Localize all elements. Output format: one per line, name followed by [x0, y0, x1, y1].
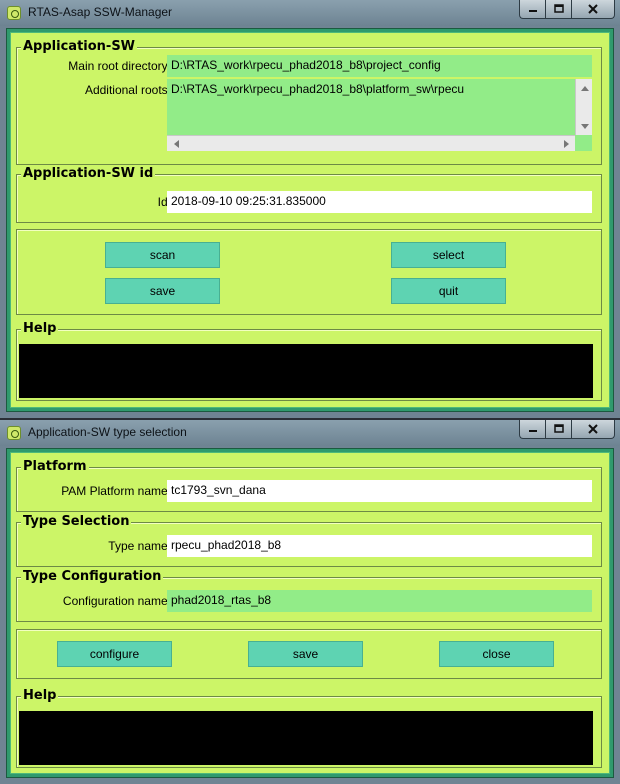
quit-button[interactable]: quit [391, 278, 506, 304]
type-name-field[interactable]: rpecu_phad2018_b8 [167, 535, 592, 557]
additional-roots-textarea[interactable]: D:\RTAS_work\rpecu_phad2018_b8\platform_… [167, 79, 592, 151]
maximize-button[interactable] [545, 0, 571, 19]
help-group: Help [16, 688, 602, 768]
maximize-icon [553, 424, 564, 433]
type-selection-group: Type Selection Type name: rpecu_phad2018… [16, 514, 602, 567]
application-sw-legend: Application-SW [21, 39, 138, 54]
platform-group: Platform PAM Platform name: tc1793_svn_d… [16, 459, 602, 512]
pam-platform-label: PAM Platform name: [61, 484, 171, 498]
ssw-manager-window: RTAS-Asap SSW-Manager Application-SW Mai… [0, 0, 620, 418]
configure-button[interactable]: configure [57, 641, 172, 667]
close-icon [588, 4, 598, 14]
window-controls [519, 420, 615, 439]
scroll-left-icon[interactable] [168, 136, 183, 151]
application-sw-id-legend: Application-SW id [21, 166, 156, 181]
save-button[interactable]: save [248, 641, 363, 667]
help-text-area [19, 711, 593, 765]
scroll-right-icon[interactable] [559, 136, 574, 151]
application-sw-id-group: Application-SW id Id: 2018-09-10 09:25:3… [16, 166, 602, 223]
window-controls [519, 0, 615, 19]
application-sw-group: Application-SW Main root directory: D:\R… [16, 39, 602, 165]
save-button[interactable]: save [105, 278, 220, 304]
minimize-button[interactable] [519, 420, 545, 439]
additional-roots-value: D:\RTAS_work\rpecu_phad2018_b8\platform_… [171, 82, 465, 96]
type-name-label: Type name: [108, 539, 171, 553]
configuration-name-label: Configuration name: [62, 594, 171, 608]
id-field[interactable]: 2018-09-10 09:25:31.835000 [167, 191, 592, 213]
minimize-button[interactable] [519, 0, 545, 19]
help-group: Help [16, 321, 602, 401]
type-buttons-group: configure save close [16, 629, 602, 679]
manager-buttons-group: scan select save quit [16, 229, 602, 315]
additional-roots-label: Additional roots: [84, 83, 171, 97]
scroll-down-icon[interactable] [577, 119, 592, 134]
platform-legend: Platform [21, 459, 89, 474]
type-selection-legend: Type Selection [21, 514, 132, 529]
maximize-icon [553, 4, 564, 13]
type-configuration-group: Type Configuration Configuration name: p… [16, 569, 602, 622]
minimize-icon [528, 10, 537, 12]
scan-button[interactable]: scan [105, 242, 220, 268]
minimize-icon [528, 430, 537, 432]
window-title: Application-SW type selection [28, 425, 187, 439]
vertical-scrollbar[interactable] [575, 79, 592, 135]
main-root-label: Main root directory: [68, 59, 171, 73]
window-client-area: Application-SW Main root directory: D:\R… [6, 28, 614, 412]
close-button[interactable] [571, 420, 615, 439]
close-icon [588, 424, 598, 434]
help-legend: Help [21, 688, 59, 703]
type-selection-window: Application-SW type selection Platform P… [0, 420, 620, 784]
manager-panel: Application-SW Main root directory: D:\R… [10, 32, 610, 408]
configuration-name-field[interactable]: phad2018_rtas_b8 [167, 590, 592, 612]
maximize-button[interactable] [545, 420, 571, 439]
window-title: RTAS-Asap SSW-Manager [28, 5, 173, 19]
horizontal-scrollbar[interactable] [167, 135, 575, 151]
main-root-field[interactable]: D:\RTAS_work\rpecu_phad2018_b8\project_c… [167, 55, 592, 77]
scroll-up-icon[interactable] [577, 80, 592, 95]
close-button[interactable] [571, 0, 615, 19]
title-bar[interactable]: Application-SW type selection [0, 420, 620, 446]
select-button[interactable]: select [391, 242, 506, 268]
window-client-area: Platform PAM Platform name: tc1793_svn_d… [6, 448, 614, 778]
title-bar[interactable]: RTAS-Asap SSW-Manager [0, 0, 620, 26]
app-icon [7, 426, 21, 440]
app-icon [7, 6, 21, 20]
type-configuration-legend: Type Configuration [21, 569, 164, 584]
type-selection-panel: Platform PAM Platform name: tc1793_svn_d… [10, 452, 610, 774]
pam-platform-field[interactable]: tc1793_svn_dana [167, 480, 592, 502]
close-dialog-button[interactable]: close [439, 641, 554, 667]
help-legend: Help [21, 321, 59, 336]
help-text-area [19, 344, 593, 398]
